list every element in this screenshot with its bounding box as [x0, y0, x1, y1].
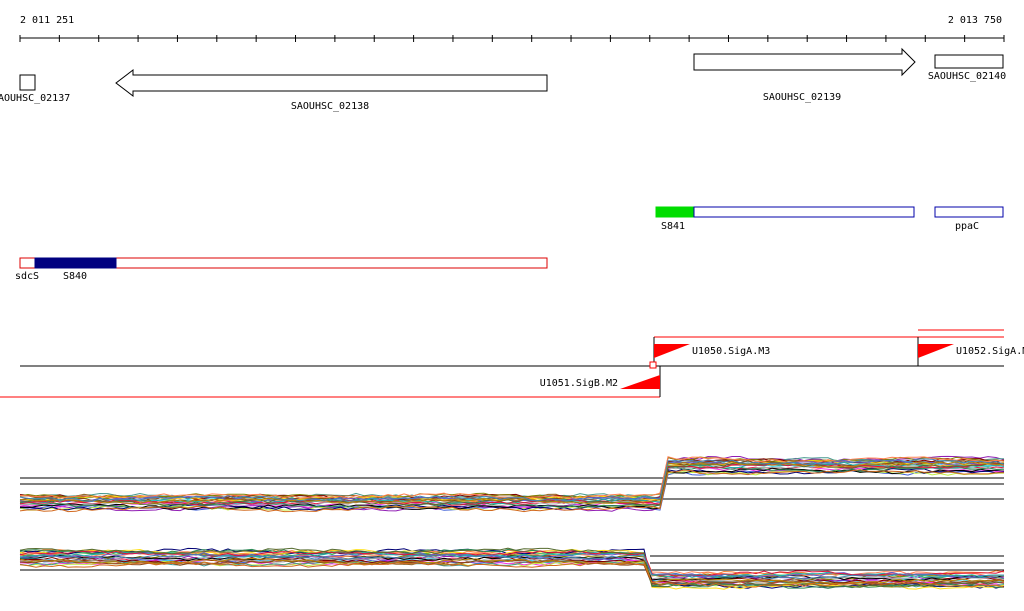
- gene-track: AOUHSC_02137 SAOUHSC_02138 SAOUHSC_02139…: [0, 47, 1006, 112]
- promoter-label-u1052: U1052.SigA.M: [956, 346, 1024, 357]
- transcript-s841-body[interactable]: [693, 206, 915, 218]
- gene-box-02140[interactable]: [934, 54, 1004, 69]
- gene-label-02139: SAOUHSC_02139: [763, 92, 841, 103]
- transcript-label-s841: S841: [661, 221, 685, 232]
- transcript-label-sdcs: sdcS: [15, 271, 39, 282]
- promoter-track: U1050.SigA.M3 U1052.SigA.M U1051.SigB.M2: [0, 329, 1024, 398]
- promoter-marker-u1051: [649, 361, 657, 369]
- promoter-label-u1051: U1051.SigB.M2: [540, 378, 618, 389]
- gene-label-02140: SAOUHSC_02140: [928, 71, 1006, 82]
- gene-label-02138: SAOUHSC_02138: [291, 101, 369, 112]
- transcript-s841-region[interactable]: [655, 206, 695, 218]
- promoter-flag-u1050[interactable]: [654, 344, 690, 358]
- transcript-ppac[interactable]: [934, 206, 1004, 218]
- gene-label-02137: AOUHSC_02137: [0, 93, 70, 104]
- transcript-label-s840: S840: [63, 271, 87, 282]
- expression-track-minus: [19, 547, 1005, 590]
- genome-browser-view: 2 011 251 2 013 750 AOUHSC_02137 SAOUHSC…: [0, 15, 1024, 590]
- transcript-s840-region[interactable]: [34, 257, 117, 269]
- ruler-end-label: 2 013 750: [948, 15, 1002, 26]
- promoter-flag-u1052[interactable]: [918, 344, 954, 358]
- expression-track-plus: [19, 455, 1005, 513]
- promoter-label-u1050: U1050.SigA.M3: [692, 346, 770, 357]
- gene-box-02137[interactable]: [19, 74, 36, 91]
- gene-arrow-02139[interactable]: [693, 47, 916, 77]
- coordinate-ruler: 2 011 251 2 013 750: [19, 15, 1005, 42]
- minus-transcript-track: sdcS S840: [15, 257, 548, 282]
- ruler-start-label: 2 011 251: [20, 15, 74, 26]
- transcript-label-ppac: ppaC: [955, 221, 979, 232]
- gene-arrow-02138[interactable]: [115, 68, 548, 98]
- promoter-flag-u1051[interactable]: [620, 375, 660, 389]
- plus-transcript-track: S841 ppaC: [655, 206, 1004, 232]
